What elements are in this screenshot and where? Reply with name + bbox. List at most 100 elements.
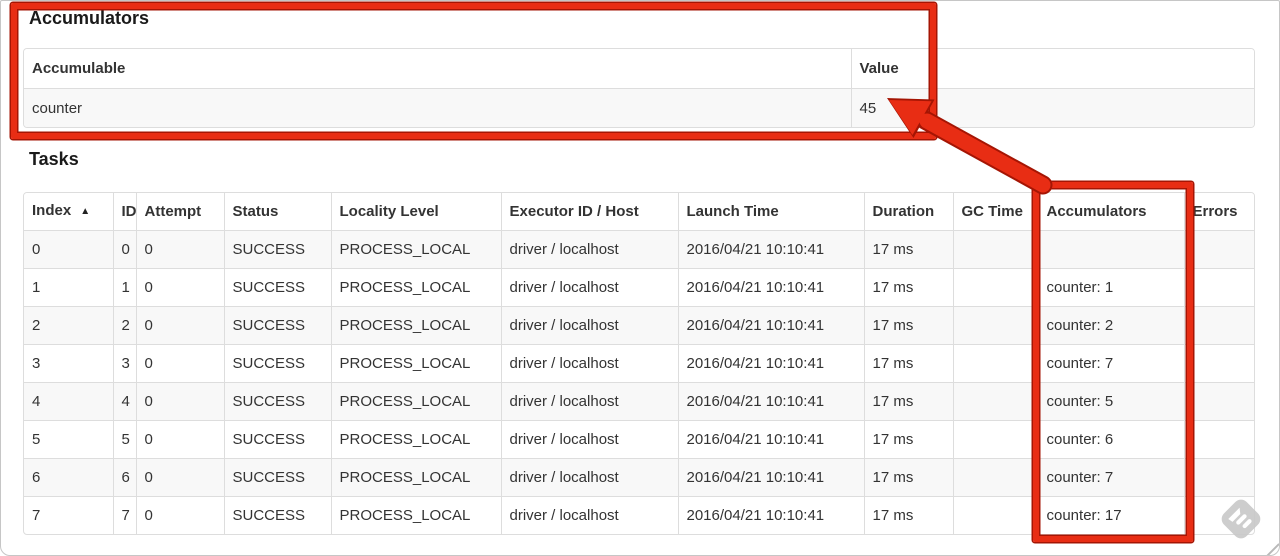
task-attempt-cell: 0 [135,382,224,421]
task-attempt-cell: 0 [135,420,224,459]
task-executor-cell: driver / localhost [500,306,678,345]
task-launch-time-cell: 2016/04/21 10:10:41 [677,382,864,421]
task-executor-cell: driver / localhost [500,230,678,269]
task-id-cell: 6 [112,458,136,497]
table-row: 0 0 0 SUCCESS PROCESS_LOCAL driver / loc… [24,230,1254,269]
task-executor-cell: driver / localhost [500,496,678,534]
task-gc-time-cell [952,306,1038,345]
task-index-cell: 2 [32,317,41,334]
task-errors-cell [1183,268,1254,307]
task-id-cell: 5 [112,420,136,459]
accumulators-table: Accumulable Value counter 45 [23,48,1255,128]
accumulators-heading: Accumulators [29,8,150,28]
header-cell-value: Value [850,49,1254,89]
task-executor-cell: driver / localhost [500,344,678,383]
task-duration-cell: 17 ms [863,420,953,459]
task-status-cell: SUCCESS [223,420,331,459]
task-launch-time-cell: 2016/04/21 10:10:41 [677,496,864,534]
task-gc-time-cell [952,344,1038,383]
task-gc-time-cell [952,458,1038,497]
task-launch-time-cell: 2016/04/21 10:10:41 [677,344,864,383]
task-id-cell: 7 [112,496,136,534]
task-errors-cell [1183,420,1254,459]
task-index-cell: 1 [32,279,41,296]
task-locality-cell: PROCESS_LOCAL [330,420,501,459]
task-attempt-cell: 0 [135,496,224,534]
task-errors-cell [1183,306,1254,345]
window-resize-corner[interactable] [1264,543,1279,555]
tasks-header-gc-time[interactable]: GC Time [952,193,1038,231]
task-locality-cell: PROCESS_LOCAL [330,268,501,307]
task-accumulators-cell: counter: 17 [1037,496,1184,534]
task-accumulators-cell [1037,230,1184,269]
task-status-cell: SUCCESS [223,382,331,421]
tasks-header-errors[interactable]: Errors [1183,193,1254,231]
task-locality-cell: PROCESS_LOCAL [330,382,501,421]
task-gc-time-cell [952,496,1038,534]
task-accumulators-cell: counter: 7 [1037,344,1184,383]
task-errors-cell [1183,344,1254,383]
task-gc-time-cell [952,268,1038,307]
task-accumulators-cell: counter: 5 [1037,382,1184,421]
task-launch-time-cell: 2016/04/21 10:10:41 [677,268,864,307]
accumulable-name-cell: counter [32,99,83,117]
task-id-cell: 3 [112,344,136,383]
task-locality-cell: PROCESS_LOCAL [330,306,501,345]
tasks-header-accumulators[interactable]: Accumulators [1037,193,1184,231]
task-attempt-cell: 0 [135,344,224,383]
header-cell-accumulable: Accumulable [24,49,851,89]
task-index-cell: 7 [32,507,41,524]
task-duration-cell: 17 ms [863,344,953,383]
task-index-cell: 3 [32,355,41,372]
task-errors-cell [1183,230,1254,269]
tasks-header-id[interactable]: ID [112,193,136,231]
task-launch-time-cell: 2016/04/21 10:10:41 [677,420,864,459]
table-row: 3 3 0 SUCCESS PROCESS_LOCAL driver / loc… [24,344,1254,383]
task-launch-time-cell: 2016/04/21 10:10:41 [677,306,864,345]
tasks-header-duration[interactable]: Duration [863,193,953,231]
task-id-cell: 1 [112,268,136,307]
task-attempt-cell: 0 [135,458,224,497]
tasks-heading: Tasks [29,149,79,169]
task-gc-time-cell [952,230,1038,269]
table-row: 7 7 0 SUCCESS PROCESS_LOCAL driver / loc… [24,496,1254,534]
task-accumulators-cell: counter: 6 [1037,420,1184,459]
task-status-cell: SUCCESS [223,268,331,307]
task-locality-cell: PROCESS_LOCAL [330,496,501,534]
task-status-cell: SUCCESS [223,496,331,534]
task-status-cell: SUCCESS [223,458,331,497]
task-duration-cell: 17 ms [863,268,953,307]
task-accumulators-cell: counter: 1 [1037,268,1184,307]
tasks-header-locality-level[interactable]: Locality Level [330,193,501,231]
tasks-table-body: 0 0 0 SUCCESS PROCESS_LOCAL driver / loc… [24,230,1254,534]
tasks-header-status[interactable]: Status [223,193,331,231]
task-status-cell: SUCCESS [223,344,331,383]
task-launch-time-cell: 2016/04/21 10:10:41 [677,230,864,269]
tasks-header-launch-time[interactable]: Launch Time [677,193,864,231]
task-id-cell: 4 [112,382,136,421]
task-executor-cell: driver / localhost [500,382,678,421]
tasks-header-index-label: Index [32,202,72,219]
task-attempt-cell: 0 [135,306,224,345]
task-index-cell: 0 [32,241,41,258]
accumulator-row: counter 45 [24,88,1254,127]
accumulable-value-cell: 45 [850,88,1254,127]
task-index-cell: 5 [32,431,41,448]
tasks-header-executor-id-host[interactable]: Executor ID / Host [500,193,678,231]
task-errors-cell [1183,382,1254,421]
task-attempt-cell: 0 [135,268,224,307]
table-row: 1 1 0 SUCCESS PROCESS_LOCAL driver / loc… [24,268,1254,307]
spark-stage-page: Accumulators Accumulable Value counter 4… [0,0,1280,556]
tasks-header-index[interactable]: Index ▲ [24,193,113,231]
task-gc-time-cell [952,382,1038,421]
task-index-cell: 6 [32,469,41,486]
task-accumulators-cell: counter: 2 [1037,306,1184,345]
task-id-cell: 0 [112,230,136,269]
table-row: 6 6 0 SUCCESS PROCESS_LOCAL driver / loc… [24,458,1254,497]
table-row: 2 2 0 SUCCESS PROCESS_LOCAL driver / loc… [24,306,1254,345]
tasks-header-attempt[interactable]: Attempt [135,193,224,231]
table-row: 5 5 0 SUCCESS PROCESS_LOCAL driver / loc… [24,420,1254,459]
task-locality-cell: PROCESS_LOCAL [330,344,501,383]
task-id-cell: 2 [112,306,136,345]
sort-asc-icon: ▲ [80,206,91,217]
